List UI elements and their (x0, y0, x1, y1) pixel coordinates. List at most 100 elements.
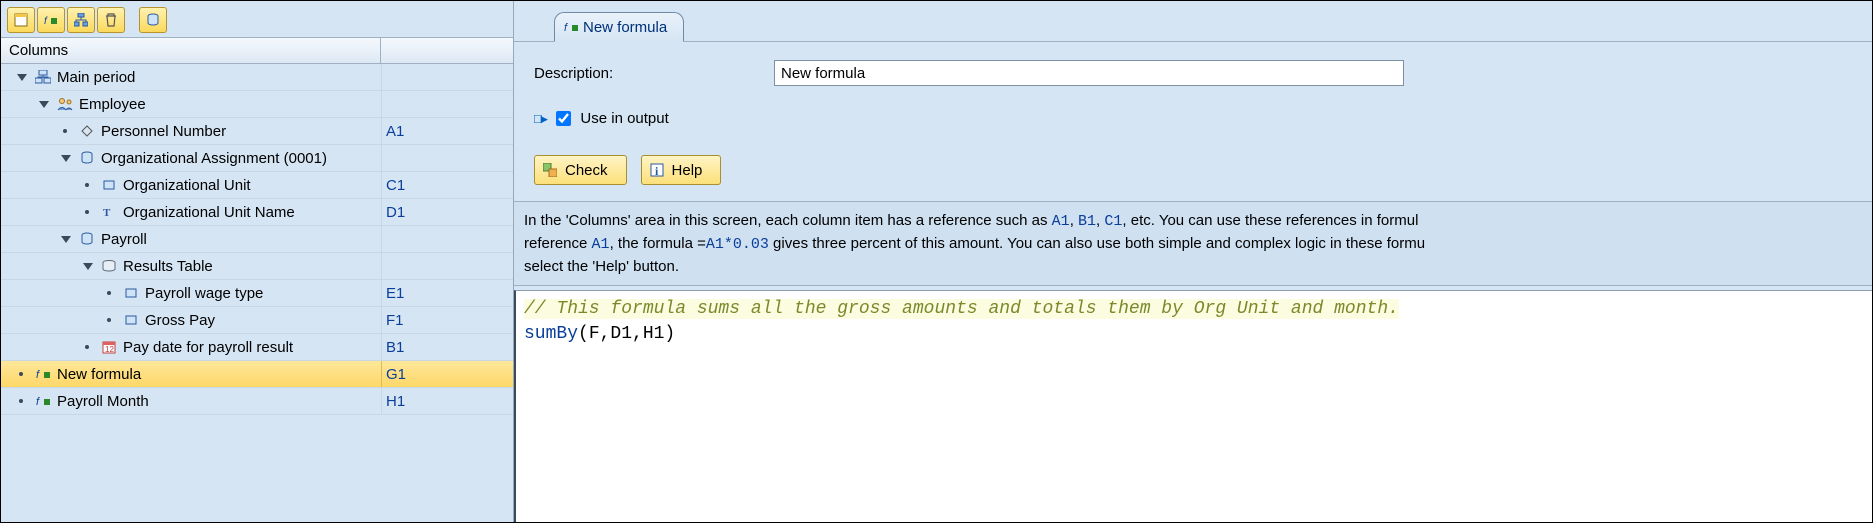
tree-personnel-number[interactable]: Personnel Number A1 (1, 118, 513, 145)
tab-new-formula[interactable]: f New formula (554, 12, 684, 42)
tree-payroll[interactable]: Payroll (1, 226, 513, 253)
tree-item-ref (381, 253, 513, 279)
tree-pay-date[interactable]: 12 Pay date for payroll result B1 (1, 334, 513, 361)
tree-icon (74, 13, 88, 27)
info-frag: gives three percent of this amount. You … (769, 235, 1425, 252)
svg-text:f: f (36, 396, 40, 408)
info-frag: In the 'Columns' area in this screen, ea… (524, 212, 1052, 229)
info-ref: A1*0.03 (706, 236, 769, 253)
formula-icon: f (44, 13, 58, 27)
detail-panel: f New formula Description: □▸ Use in out… (514, 1, 1872, 522)
tree-item-ref (381, 91, 513, 117)
formula-editor[interactable]: // This formula sums all the gross amoun… (514, 290, 1872, 522)
tree-item-ref: G1 (381, 361, 513, 387)
description-label: Description: (534, 65, 774, 82)
field-icon (101, 177, 117, 193)
svg-text:f: f (36, 369, 40, 381)
leaf-bullet-icon (19, 372, 23, 376)
tree-org-unit-name[interactable]: T Organizational Unit Name D1 (1, 199, 513, 226)
tree-item-label: Employee (79, 96, 146, 113)
tree-employee[interactable]: Employee (1, 91, 513, 118)
leaf-bullet-icon (107, 318, 111, 322)
leaf-bullet-icon (85, 183, 89, 187)
info-frag: , (1070, 212, 1078, 229)
formula-icon: f (563, 20, 579, 34)
info-ref: A1 (592, 236, 610, 253)
output-icon: □▸ (534, 111, 546, 127)
paydate-icon: 12 (101, 339, 117, 355)
check-button[interactable]: Check (534, 155, 627, 185)
tree-item-ref (381, 145, 513, 171)
info-icon: i (650, 163, 664, 177)
tree-item-ref: D1 (381, 199, 513, 225)
tab-label: New formula (583, 19, 667, 36)
help-button-label: Help (672, 162, 703, 179)
db-icon (79, 231, 95, 247)
tree-item-label: New formula (57, 366, 141, 383)
db-icon (79, 150, 95, 166)
toolbar-btn-1[interactable] (7, 7, 35, 33)
expander-icon[interactable] (61, 236, 71, 243)
editor-func: sumBy (524, 324, 578, 344)
expander-icon[interactable] (17, 74, 27, 81)
tree-item-ref: C1 (381, 172, 513, 198)
info-frag: select the 'Help' button. (524, 258, 679, 275)
tree-item-label: Organizational Unit Name (123, 204, 295, 221)
svg-text:T: T (103, 207, 111, 218)
toolbar-btn-struct[interactable] (67, 7, 95, 33)
description-input[interactable] (774, 60, 1404, 86)
leaf-bullet-icon (85, 210, 89, 214)
field-icon (123, 285, 139, 301)
columns-panel: f Columns Main period Employee Personnel N… (1, 1, 514, 522)
tree-item-label: Gross Pay (145, 312, 215, 329)
use-output-checkbox[interactable] (556, 111, 571, 126)
textfield-icon: T (101, 204, 117, 220)
svg-text:f: f (44, 16, 48, 27)
tree-main-period[interactable]: Main period (1, 64, 513, 91)
left-toolbar: f (1, 1, 513, 37)
expander-icon[interactable] (39, 101, 49, 108)
leaf-bullet-icon (107, 291, 111, 295)
tree-item-label: Payroll wage type (145, 285, 263, 302)
tree-item-label: Personnel Number (101, 123, 226, 140)
tree-results-table[interactable]: Results Table (1, 253, 513, 280)
form-area: Description: □▸ Use in output Check i He… (514, 42, 1872, 201)
columns-tree[interactable]: Main periodEmployeePersonnel NumberA1Org… (1, 64, 513, 522)
expander-icon[interactable] (83, 263, 93, 270)
tab-bar: f New formula (514, 1, 1872, 42)
editor-comment: // This formula sums all the gross amoun… (524, 299, 1399, 319)
leaf-bullet-icon (63, 129, 67, 133)
toolbar-btn-formula[interactable]: f (37, 7, 65, 33)
tree-item-ref: B1 (381, 334, 513, 360)
editor-args: (F,D1,H1) (578, 324, 675, 344)
period-icon (35, 69, 51, 85)
info-ref: C1 (1104, 213, 1122, 230)
tree-item-ref: F1 (381, 307, 513, 333)
toolbar-btn-db[interactable] (139, 7, 167, 33)
columns-header: Columns (1, 37, 513, 64)
check-button-label: Check (565, 162, 608, 179)
tree-org-assignment[interactable]: Organizational Assignment (0001) (1, 145, 513, 172)
tree-new-formula[interactable]: f New formula G1 (1, 361, 513, 388)
trash-icon (104, 13, 118, 27)
employee-icon (57, 96, 73, 112)
tree-wage-type[interactable]: Payroll wage type E1 (1, 280, 513, 307)
info-frag: reference (524, 235, 592, 252)
tree-item-ref: E1 (381, 280, 513, 306)
svg-text:12: 12 (105, 345, 114, 354)
formula-icon: f (35, 366, 51, 382)
help-button[interactable]: i Help (641, 155, 722, 185)
tree-payroll-month[interactable]: fPayroll MonthH1 (1, 388, 513, 415)
columns-header-ref (381, 38, 513, 63)
check-icon (543, 163, 557, 177)
use-output-label: Use in output (580, 110, 668, 127)
tree-item-ref (381, 64, 513, 90)
toolbar-btn-delete[interactable] (97, 7, 125, 33)
tree-gross-pay[interactable]: Gross Pay F1 (1, 307, 513, 334)
tree-item-ref (381, 226, 513, 252)
tree-item-label: Pay date for payroll result (123, 339, 293, 356)
tree-org-unit[interactable]: Organizational UnitC1 (1, 172, 513, 199)
tree-item-ref: H1 (381, 388, 513, 414)
expander-icon[interactable] (61, 155, 71, 162)
tree-item-ref: A1 (381, 118, 513, 144)
